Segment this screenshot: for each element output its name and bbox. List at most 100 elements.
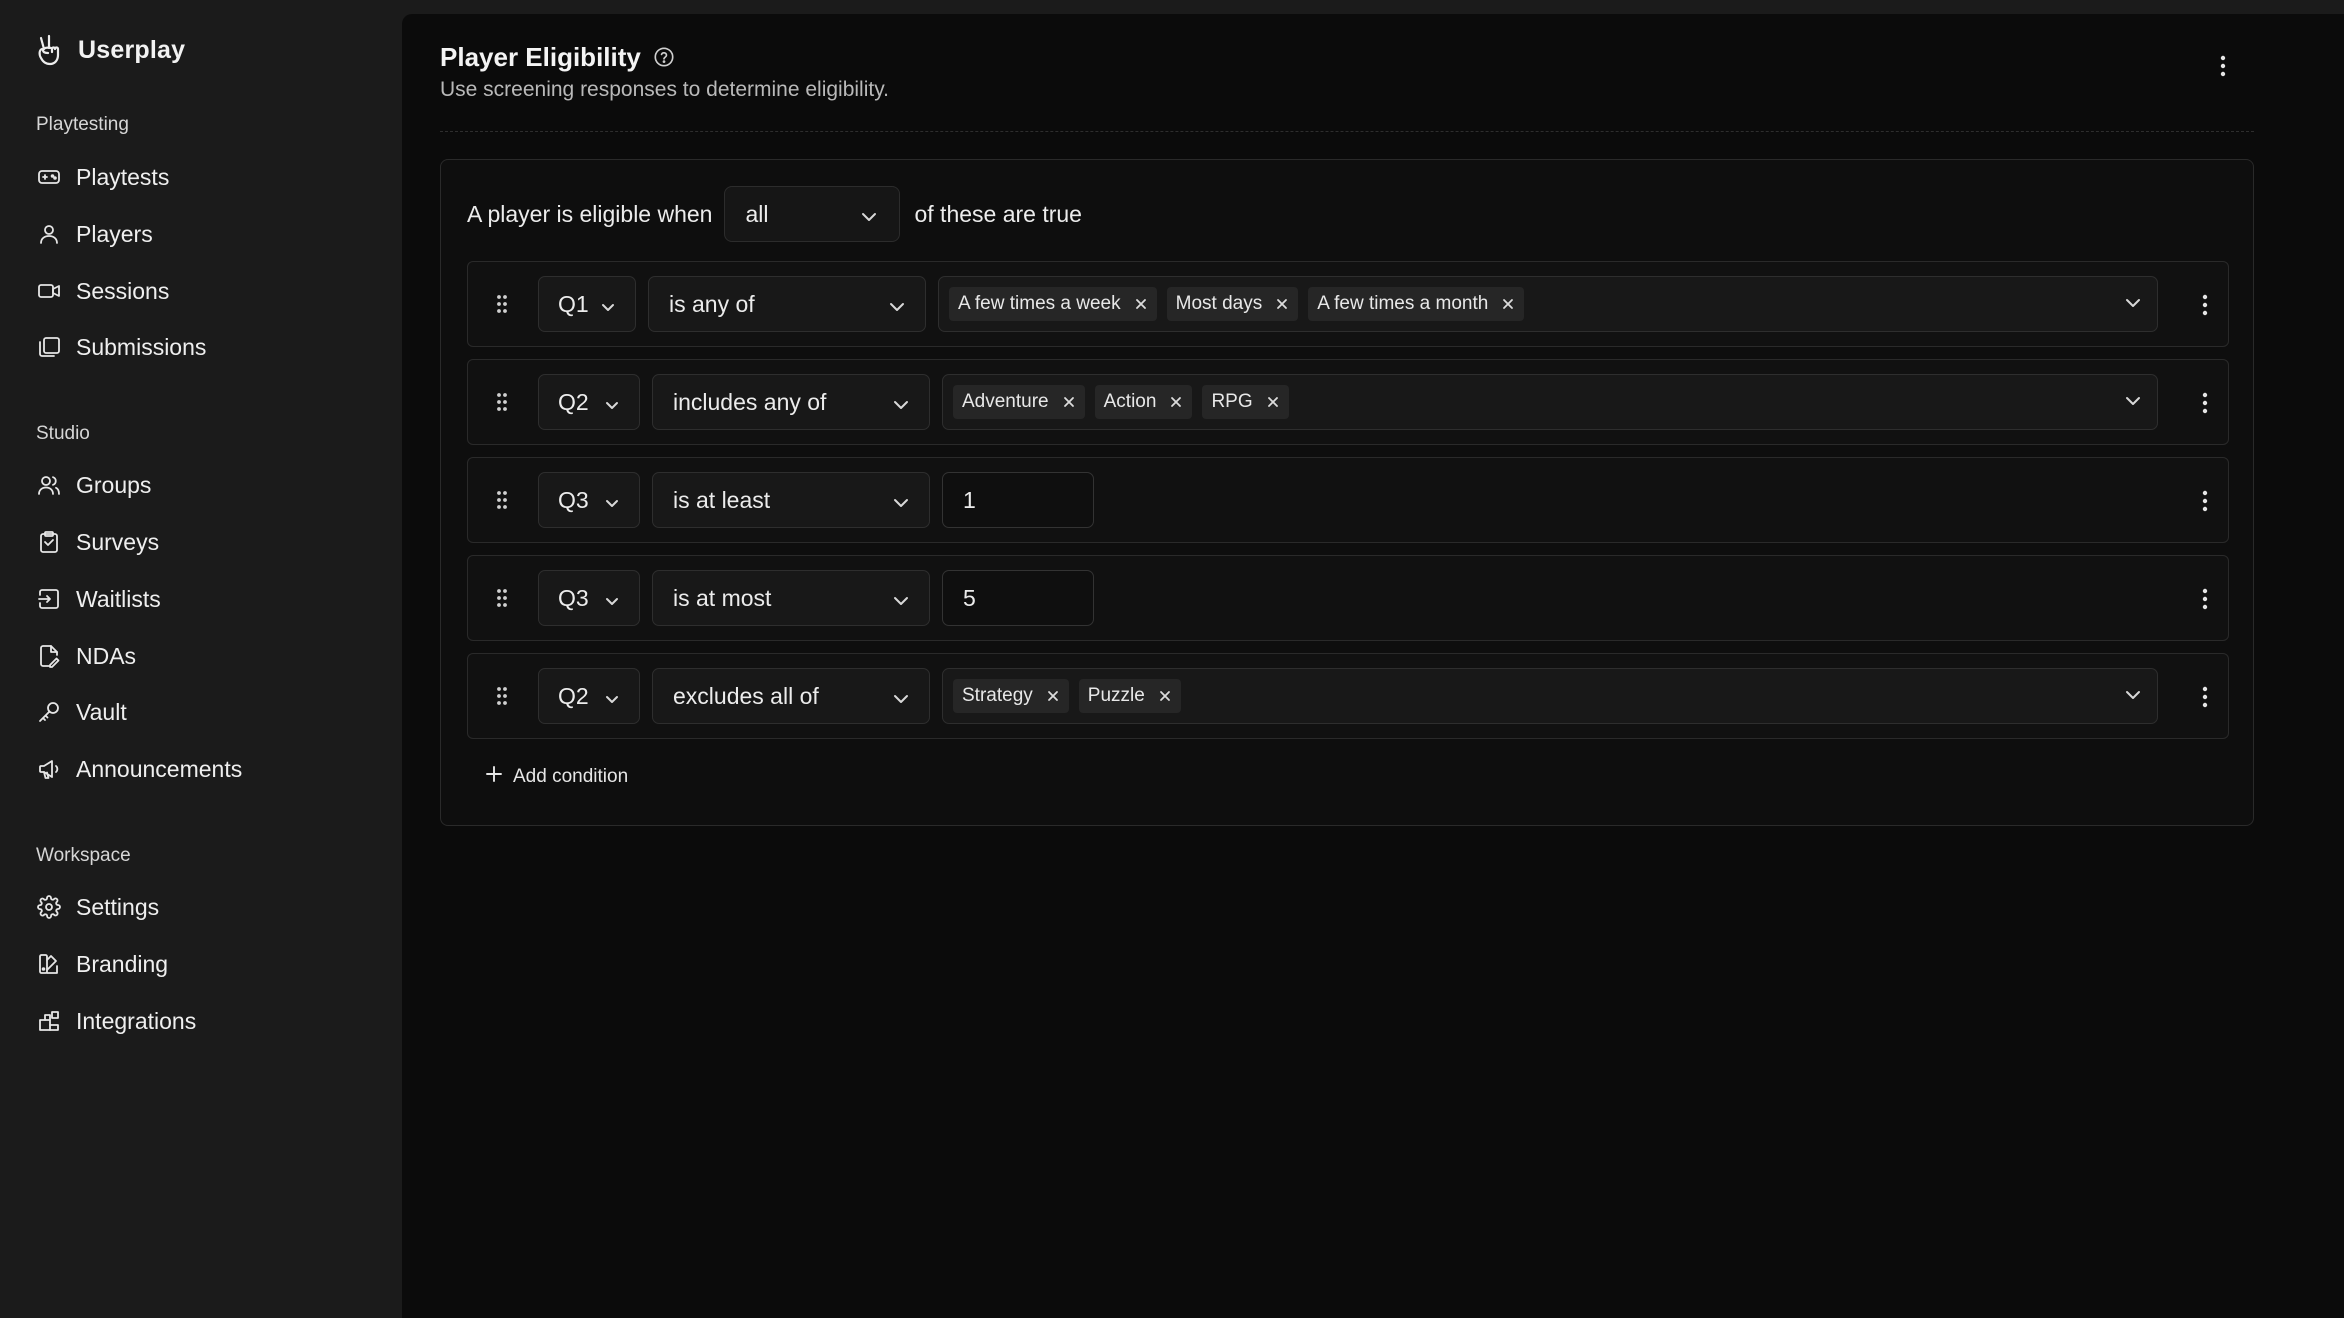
question-select[interactable]: Q2 [538,668,640,724]
remove-tag-icon[interactable] [1063,396,1075,408]
drag-handle-icon[interactable] [488,388,516,416]
page-subtitle: Use screening responses to determine eli… [440,78,889,101]
value-tag: RPG [1202,385,1289,419]
values-multiselect[interactable]: A few times a week Most days A few times… [938,276,2158,332]
video-camera-icon [36,278,62,304]
condition-menu-icon[interactable] [2190,288,2220,322]
chevron-down-icon[interactable] [2125,295,2141,313]
sidebar-item-players[interactable]: Players [36,214,366,254]
sidebar-item-vault[interactable]: Vault [36,692,366,732]
condition-menu-icon[interactable] [2190,582,2220,616]
question-select[interactable]: Q3 [538,570,640,626]
value-number-input[interactable] [942,472,1094,528]
tag-label: A few times a month [1317,293,1489,314]
operator-select[interactable]: excludes all of [652,668,930,724]
operator-value: is any of [669,290,755,317]
operator-select[interactable]: is at most [652,570,930,626]
palette-icon [36,951,62,977]
value-tag: Adventure [953,385,1085,419]
condition-menu-icon[interactable] [2190,386,2220,420]
chevron-down-icon [893,487,909,514]
match-mode-select[interactable]: all [724,186,901,242]
sidebar-item-label: Branding [76,950,169,977]
values-multiselect[interactable]: Strategy Puzzle [942,668,2158,724]
gear-icon [36,894,62,920]
operator-value: excludes all of [673,682,819,709]
question-value: Q3 [558,584,589,611]
sidebar-item-branding[interactable]: Branding [36,944,366,984]
sidebar-item-integrations[interactable]: Integrations [36,1001,366,1041]
values-multiselect[interactable]: Adventure Action RPG [942,374,2158,430]
more-vertical-icon[interactable] [2208,48,2238,84]
remove-tag-icon[interactable] [1170,396,1182,408]
gamepad-icon [36,164,62,190]
condition-menu-icon[interactable] [2190,680,2220,714]
add-condition-button[interactable]: Add condition [485,760,628,794]
sidebar-item-submissions[interactable]: Submissions [36,327,366,367]
chevron-down-icon[interactable] [2125,393,2141,411]
sidebar-item-settings[interactable]: Settings [36,887,366,927]
chevron-down-icon [601,291,615,318]
add-condition-label: Add condition [513,766,629,787]
help-circle-icon[interactable] [653,46,675,68]
rule-suffix: of these are true [914,200,1082,227]
value-tag: Strategy [953,679,1069,713]
condition-row: Q1 is any of A few times a week Most day… [467,261,2229,347]
operator-value: includes any of [673,388,827,415]
section-label-studio: Studio [36,423,90,444]
tag-label: RPG [1211,391,1253,412]
megaphone-icon [36,756,62,782]
remove-tag-icon[interactable] [1135,298,1147,310]
question-value: Q2 [558,388,589,415]
sidebar-item-ndas[interactable]: NDAs [36,636,366,676]
chevron-down-icon [605,389,619,416]
sidebar-item-waitlists[interactable]: Waitlists [36,579,366,619]
eligibility-rules-panel: A player is eligible when all of these a… [440,159,2254,826]
tag-label: Strategy [962,685,1033,706]
operator-select[interactable]: is at least [652,472,930,528]
question-select[interactable]: Q2 [538,374,640,430]
tag-label: Puzzle [1087,685,1145,706]
sidebar-item-announcements[interactable]: Announcements [36,749,366,789]
sidebar-item-label: Waitlists [76,585,161,612]
value-number-input[interactable] [942,570,1094,626]
brand[interactable]: Userplay [36,30,185,70]
drag-handle-icon[interactable] [488,584,516,612]
value-tag: A few times a month [1308,287,1525,321]
sidebar-item-label: Groups [76,471,152,498]
operator-select[interactable]: is any of [648,276,926,332]
blocks-icon [36,1008,62,1034]
drag-handle-icon[interactable] [488,290,516,318]
chevron-down-icon [893,585,909,612]
sidebar-item-sessions[interactable]: Sessions [36,271,366,311]
operator-value: is at most [673,584,772,611]
question-select[interactable]: Q1 [538,276,636,332]
file-pen-icon [36,643,62,669]
value-tag: A few times a week [949,287,1157,321]
drag-handle-icon[interactable] [488,486,516,514]
chevron-down-icon [605,683,619,710]
plus-icon [485,765,503,789]
chevron-down-icon [889,291,905,318]
drag-handle-icon[interactable] [488,682,516,710]
sidebar-item-groups[interactable]: Groups [36,465,366,505]
rule-prefix: A player is eligible when [467,200,713,227]
question-select[interactable]: Q3 [538,472,640,528]
remove-tag-icon[interactable] [1267,396,1279,408]
user-icon [36,221,62,247]
chevron-down-icon[interactable] [2125,687,2141,705]
sidebar-item-playtests[interactable]: Playtests [36,157,366,197]
condition-row: Q2 excludes all of Strategy Puzzle [467,653,2229,739]
page-title: Player Eligibility [440,41,641,72]
section-label-playtesting: Playtesting [36,114,129,135]
remove-tag-icon[interactable] [1276,298,1288,310]
operator-select[interactable]: includes any of [652,374,930,430]
remove-tag-icon[interactable] [1502,298,1514,310]
section-label-workspace: Workspace [36,845,131,866]
condition-menu-icon[interactable] [2190,484,2220,518]
remove-tag-icon[interactable] [1047,690,1059,702]
condition-row: Q3 is at most [467,555,2229,641]
remove-tag-icon[interactable] [1159,690,1171,702]
tag-label: Adventure [962,391,1049,412]
sidebar-item-surveys[interactable]: Surveys [36,522,366,562]
